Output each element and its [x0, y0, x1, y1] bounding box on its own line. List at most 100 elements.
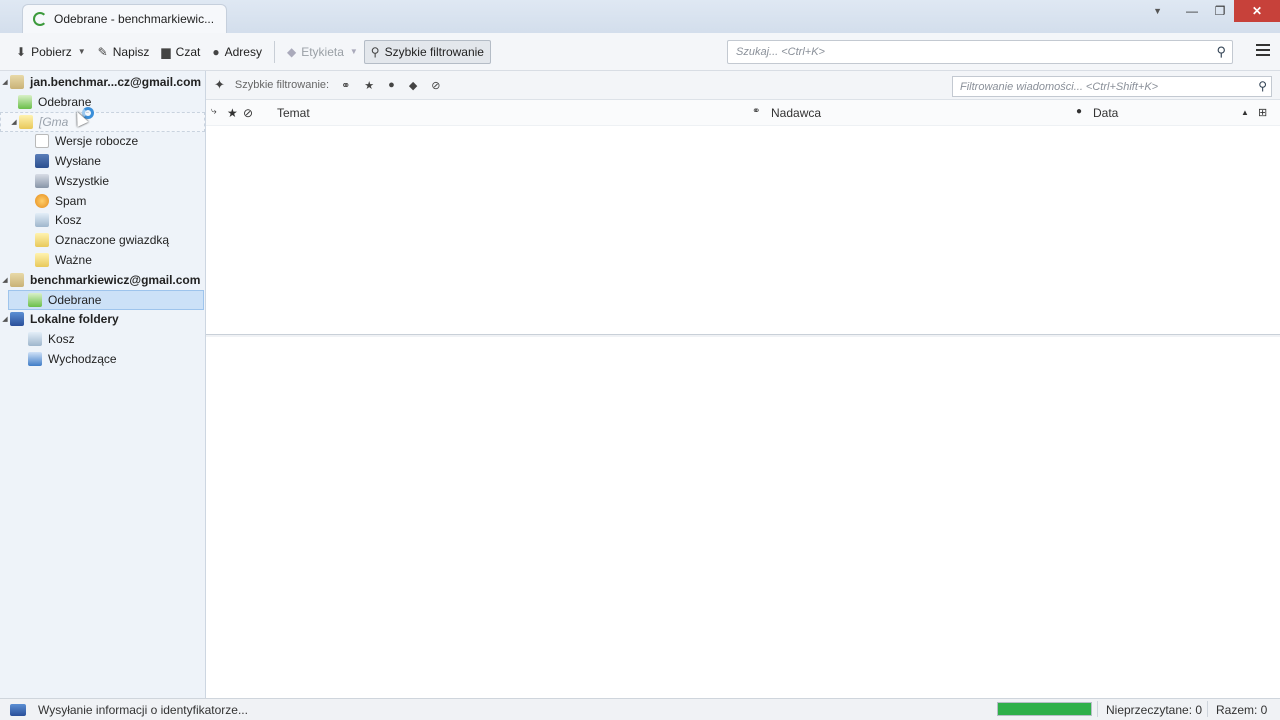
folder-local-trash[interactable]: Kosz: [0, 329, 205, 349]
folder-label: Kosz: [55, 213, 82, 227]
sender-column-icon: ⚭: [752, 106, 761, 117]
folder-sent[interactable]: Wysłane: [0, 151, 205, 171]
account-row[interactable]: ◢ benchmarkiewicz@gmail.com: [0, 270, 205, 290]
status-bar: Wysyłanie informacji o identyfikatorze..…: [0, 698, 1280, 720]
account-icon: [10, 75, 24, 89]
folder-inbox-selected[interactable]: Odebrane: [8, 290, 204, 310]
pin-icon[interactable]: ✦: [214, 77, 225, 93]
minimize-icon[interactable]: —: [1178, 0, 1206, 22]
quick-filter-bar: ✦ Szybkie filtrowanie: ⚭ ★ ● ◆ ⊘ ⚲: [206, 71, 1280, 100]
thread-icon[interactable]: ⤷: [211, 106, 217, 117]
inbox-icon: [18, 95, 32, 109]
inbox-icon: [28, 293, 42, 307]
filter-input[interactable]: [958, 79, 1271, 94]
chevron-down-icon: ▼: [349, 47, 358, 56]
tab-list-chevron-icon[interactable]: ▼: [1153, 6, 1162, 16]
column-picker-icon[interactable]: ⊞: [1258, 106, 1267, 119]
quick-filter-label: Szybkie filtrowanie: [384, 44, 484, 59]
folder-inbox[interactable]: Odebrane: [0, 92, 205, 112]
star-column-icon[interactable]: ★: [227, 106, 238, 120]
folder-drafts[interactable]: Wersje robocze: [0, 131, 205, 151]
loading-spinner-icon: [33, 12, 47, 26]
pencil-icon: ✎: [97, 44, 108, 59]
window-controls: — ❐ ✕: [1178, 0, 1280, 22]
folder-all[interactable]: Wszystkie: [0, 171, 205, 191]
quick-filter-label: Szybkie filtrowanie:: [234, 79, 330, 91]
search-icon[interactable]: ⚲: [1258, 79, 1267, 93]
thread-list[interactable]: [206, 126, 1280, 334]
account-row[interactable]: ◢ jan.benchmar...cz@gmail.com: [0, 72, 205, 92]
sent-icon: [35, 154, 49, 168]
message-preview-pane: [206, 337, 1280, 698]
restore-icon[interactable]: ❐: [1206, 0, 1234, 22]
write-button[interactable]: ✎ Napisz: [92, 40, 156, 64]
close-icon[interactable]: ✕: [1234, 0, 1280, 22]
status-separator: [1207, 701, 1208, 717]
get-mail-button[interactable]: ⬇ Pobierz ▼: [10, 40, 92, 64]
folder-important[interactable]: Ważne: [0, 250, 205, 270]
progress-bar: [997, 702, 1092, 716]
chat-label: Czat: [175, 44, 201, 59]
quick-filter-button[interactable]: ⚲ Szybkie filtrowanie: [363, 39, 491, 64]
column-sender[interactable]: Nadawca: [771, 106, 821, 120]
computer-icon: [10, 312, 24, 326]
chat-icon: ▆: [161, 44, 171, 59]
title-bar: Odebrane - benchmarkiewic... ▼ — ❐ ✕: [0, 0, 1280, 33]
thread-column-header: ⤷ ★ ⊘ Temat ⚭ Nadawca ● Data ▲ ⊞: [206, 100, 1280, 126]
person-icon: ●: [212, 44, 220, 59]
tag-label: Etykieta: [301, 44, 344, 59]
tab-inbox[interactable]: Odebrane - benchmarkiewic...: [22, 4, 227, 33]
trash-icon: [28, 332, 42, 346]
chat-button[interactable]: ▆ Czat: [155, 40, 206, 64]
folder-spam[interactable]: Spam: [0, 191, 205, 211]
folder-gmail-dragged[interactable]: ◢ [Gma: [0, 112, 205, 132]
search-icon[interactable]: ⚲: [1216, 44, 1226, 60]
search-input[interactable]: [734, 45, 1232, 59]
attachment-column-icon[interactable]: ⊘: [243, 106, 253, 120]
tab-title: Odebrane - benchmarkiewic...: [54, 12, 215, 26]
folder-starred[interactable]: Oznaczone gwiazdką: [0, 230, 205, 250]
folder-icon: [19, 115, 33, 129]
offline-status-icon[interactable]: [10, 703, 26, 716]
address-book-label: Adresy: [224, 44, 262, 59]
unread-count: Nieprzeczytane: 0: [1106, 703, 1203, 717]
folder-label: Odebrane: [38, 95, 92, 109]
folder-label: Kosz: [48, 332, 75, 346]
folder-label: Spam: [55, 194, 87, 208]
account-icon: [10, 273, 24, 287]
star-filter-icon[interactable]: ★: [364, 79, 374, 92]
folder-trash[interactable]: Kosz: [0, 210, 205, 230]
address-book-button[interactable]: ● Adresy: [206, 40, 268, 64]
main-toolbar: ⬇ Pobierz ▼ ✎ Napisz ▆ Czat ● Adresy ◆ E…: [0, 33, 1280, 71]
sort-ascending-icon: ▲: [1241, 108, 1249, 117]
account-label: jan.benchmar...cz@gmail.com: [30, 75, 202, 89]
download-icon: ⬇: [16, 44, 27, 59]
folder-label: Oznaczone gwiazdką: [55, 233, 170, 247]
folder-label: Wszystkie: [55, 174, 109, 188]
folder-outbox[interactable]: Wychodzące: [0, 349, 205, 369]
attachment-filter-icon[interactable]: ⊘: [431, 79, 440, 92]
app-menu-icon[interactable]: [1256, 44, 1270, 56]
folder-label: Wysłane: [55, 154, 101, 168]
chevron-down-icon[interactable]: ▼: [78, 47, 86, 56]
get-mail-label: Pobierz: [31, 44, 72, 59]
collapse-triangle-icon[interactable]: ◢: [0, 276, 10, 284]
tag-filter-icon[interactable]: ◆: [409, 79, 417, 92]
folder-label: Wersje robocze: [55, 134, 139, 148]
progress-fill: [998, 703, 1091, 715]
column-subject[interactable]: Temat: [277, 106, 310, 120]
column-date[interactable]: Data: [1093, 106, 1118, 120]
collapse-triangle-icon[interactable]: ◢: [0, 315, 10, 323]
archive-icon: [35, 174, 49, 188]
date-column-icon: ●: [1076, 106, 1083, 117]
drafts-icon: [35, 134, 49, 148]
account-label: Lokalne foldery: [30, 312, 119, 326]
local-folders-row[interactable]: ◢ Lokalne foldery: [0, 309, 205, 329]
folder-icon: [35, 253, 49, 267]
expand-triangle-icon[interactable]: ◢: [9, 118, 19, 126]
collapse-triangle-icon[interactable]: ◢: [0, 78, 10, 86]
tag-button[interactable]: ◆ Etykieta ▼: [281, 40, 364, 64]
message-filter: ⚲: [952, 76, 1272, 97]
unread-filter-icon[interactable]: ⚭: [341, 79, 350, 92]
contact-filter-icon[interactable]: ●: [388, 79, 395, 91]
